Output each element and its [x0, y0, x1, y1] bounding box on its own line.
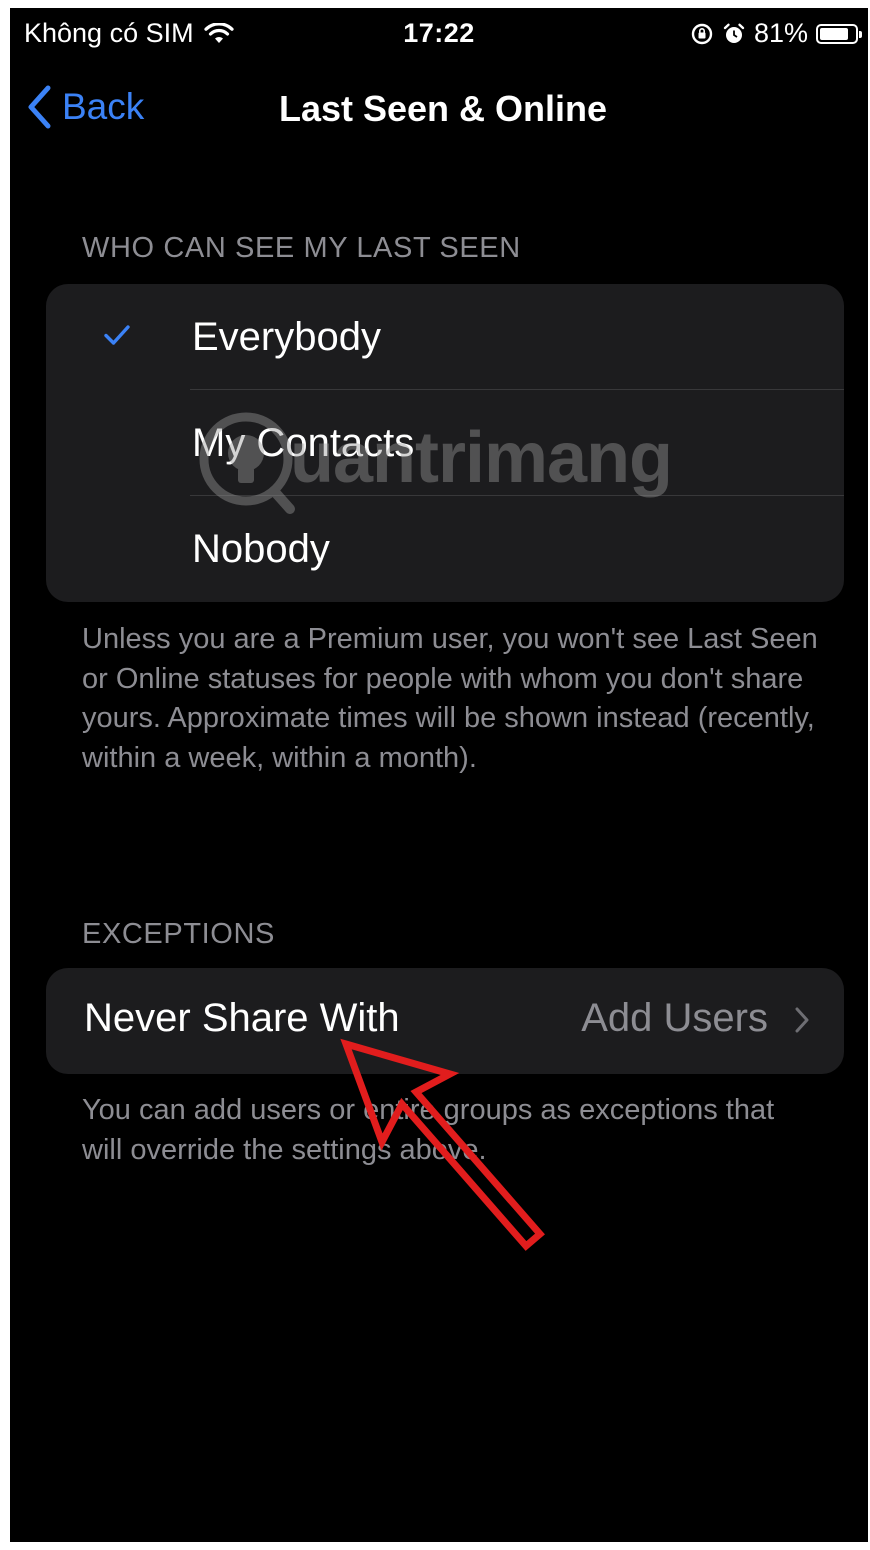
battery-percentage: 81%: [753, 18, 808, 48]
phone-screen: Không có SIM 17:22 81% Back Last Seen & …: [10, 8, 868, 1542]
never-share-with-label: Never Share With: [84, 996, 400, 1040]
checkmark-icon: [104, 325, 130, 345]
status-icons: 81%: [690, 18, 862, 49]
orientation-lock-icon: [691, 23, 713, 44]
exceptions-footer-note: You can add users or entire groups as ex…: [82, 1094, 775, 1166]
chevron-right-icon: [795, 1007, 809, 1033]
last-seen-options-group: Everybody My Contacts Nobody: [46, 284, 844, 602]
navigation-bar: Back Last Seen & Online: [10, 68, 868, 148]
option-label: My Contacts: [192, 420, 415, 465]
option-everybody[interactable]: Everybody: [46, 284, 844, 390]
option-label: Everybody: [192, 314, 381, 359]
last-seen-footer-note: Unless you are a Premium user, you won't…: [82, 623, 818, 774]
add-users-value: Add Users: [581, 996, 768, 1040]
battery-icon: [816, 23, 862, 44]
battery-fill: [820, 27, 848, 40]
page-title: Last Seen & Online: [278, 88, 608, 129]
option-nobody[interactable]: Nobody: [46, 496, 844, 602]
exceptions-group: Never Share With Add Users: [46, 968, 844, 1074]
option-my-contacts[interactable]: My Contacts: [46, 390, 844, 496]
section-header-exceptions: EXCEPTIONS: [82, 918, 275, 950]
alarm-icon: [723, 23, 745, 43]
never-share-with-row[interactable]: Never Share With Add Users: [46, 968, 844, 1074]
status-bar: Không có SIM 17:22 81%: [10, 8, 868, 58]
option-label: Nobody: [192, 526, 330, 571]
section-header-last-seen: WHO CAN SEE MY LAST SEEN: [82, 232, 521, 264]
